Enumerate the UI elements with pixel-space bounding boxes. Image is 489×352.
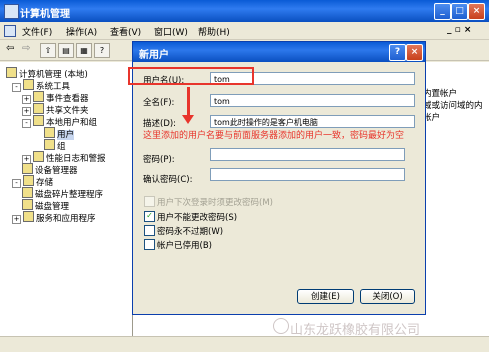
dialog-close-button[interactable]: × (406, 44, 423, 61)
main-title-bar: 计算机管理 _ □ × (0, 0, 489, 22)
maximize-button[interactable]: □ (451, 3, 468, 20)
tree-item[interactable]: - 系统工具 (12, 79, 70, 92)
account-disabled-checkbox[interactable] (144, 239, 155, 250)
status-bar (0, 336, 489, 352)
menu-help[interactable]: 帮助(H) (198, 25, 230, 38)
console-tree: 计算机管理 (本地) - 系统工具 + 事件查看器 + 共享文件夹 - 本地用户和组 用户组 + 性能… (0, 62, 133, 351)
fullname-input[interactable]: tom (210, 94, 415, 107)
back-arrow-icon[interactable]: ⇦ (6, 43, 14, 54)
tree-node-icon (23, 175, 34, 186)
dialog-title: 新用户 (139, 50, 169, 61)
tree-node-icon (6, 67, 17, 78)
tree-item[interactable]: - 本地用户和组 (22, 115, 97, 128)
tree-item[interactable]: - 存储 (12, 175, 53, 188)
cannot-change-password-label: 用户不能更改密码(S) (157, 213, 238, 223)
tree-item[interactable]: 磁盘管理 (22, 199, 69, 212)
annotation-arrow-head-icon (182, 115, 194, 124)
description-input[interactable]: tom此时操作的是客户机电脑 (210, 115, 415, 128)
confirm-password-label: 确认密码(C): (143, 175, 193, 185)
expand-icon[interactable]: + (12, 215, 21, 224)
tree-item[interactable]: 磁盘碎片整理程序 (22, 187, 103, 200)
show-tree-icon[interactable]: ▤ (58, 43, 74, 58)
cannot-change-password-checkbox[interactable]: ✓ (144, 211, 155, 222)
fullname-label: 全名(F): (143, 98, 175, 108)
confirm-password-input[interactable] (210, 168, 405, 181)
account-disabled-label: 帐户已停用(B) (157, 241, 212, 251)
close-window-button[interactable]: × (468, 3, 485, 20)
dialog-title-bar: 新用户 ? × (133, 42, 425, 62)
password-never-expires-checkbox[interactable] (144, 225, 155, 236)
menu-bar: 文件(F) 操作(A) 查看(V) 窗口(W) 帮助(H) _ ▫ × (0, 22, 489, 40)
mdi-controls[interactable]: _ ▫ × (447, 25, 471, 35)
tree-item[interactable]: + 事件查看器 (22, 91, 89, 104)
minimize-button[interactable]: _ (434, 3, 451, 20)
help-book-icon[interactable]: ? (94, 43, 110, 58)
create-button[interactable]: 创建(E) (297, 289, 354, 304)
export-list-icon[interactable]: ▦ (76, 43, 92, 58)
tree-node-icon (33, 151, 44, 162)
right-text-1: 内置帐户 (423, 89, 458, 99)
must-change-password-label: 用户下次登录时须更改密码(M) (157, 198, 273, 208)
tree-node-icon (22, 163, 33, 174)
tree-item[interactable]: + 服务和应用程序 (12, 211, 96, 224)
annotation-arrow-shaft (187, 87, 190, 117)
must-change-password-checkbox[interactable] (144, 196, 155, 207)
computer-management-icon (4, 4, 19, 19)
tree-item[interactable]: 设备管理器 (22, 163, 78, 176)
password-input[interactable] (210, 148, 405, 161)
collapse-icon[interactable]: - (12, 179, 21, 188)
collapse-icon[interactable]: - (12, 83, 21, 92)
tree-item-label: 服务和应用程序 (36, 214, 96, 224)
tree-node-icon (33, 115, 44, 126)
menu-window[interactable]: 窗口(W) (154, 25, 188, 38)
tree-item[interactable]: + 共享文件夹 (22, 103, 89, 116)
password-never-expires-label: 密码永不过期(W) (157, 227, 224, 237)
tree-item[interactable]: 组 (44, 139, 66, 152)
tree-node-icon (23, 211, 34, 222)
collapse-icon[interactable]: - (22, 119, 31, 128)
tree-item[interactable]: + 性能日志和警报 (22, 151, 106, 164)
tree-item[interactable]: 用户 (44, 127, 75, 140)
menu-view[interactable]: 查看(V) (110, 25, 141, 38)
right-text-2: 域或访问域的内 (423, 101, 483, 111)
tree-node-icon (23, 79, 34, 90)
menu-file[interactable]: 文件(F) (22, 25, 52, 38)
tree-item[interactable]: 计算机管理 (本地) (6, 67, 88, 80)
tree-node-icon (44, 139, 55, 150)
watermark-text: 山东龙跃橡胶有限公司 (290, 323, 421, 338)
forward-arrow-icon[interactable]: ⇨ (22, 43, 30, 54)
tree-node-icon (44, 127, 55, 138)
wechat-watermark-icon (273, 318, 289, 334)
close-button[interactable]: 关闭(O) (360, 289, 415, 304)
tree-node-icon (22, 199, 33, 210)
tree-node-icon (22, 187, 33, 198)
tree-node-icon (33, 91, 44, 102)
annotation-note: 这里添加的用户名要与前面服务器添加的用户一致，密码最好为空 (143, 131, 405, 141)
password-label: 密码(P): (143, 155, 175, 165)
menu-action[interactable]: 操作(A) (66, 25, 97, 38)
main-window-title: 计算机管理 (20, 9, 70, 20)
tree-node-icon (33, 103, 44, 114)
username-highlight-box (128, 67, 254, 85)
up-folder-icon[interactable]: ⇧ (40, 43, 56, 58)
mmc-doc-icon (4, 25, 16, 37)
help-button[interactable]: ? (389, 44, 406, 61)
